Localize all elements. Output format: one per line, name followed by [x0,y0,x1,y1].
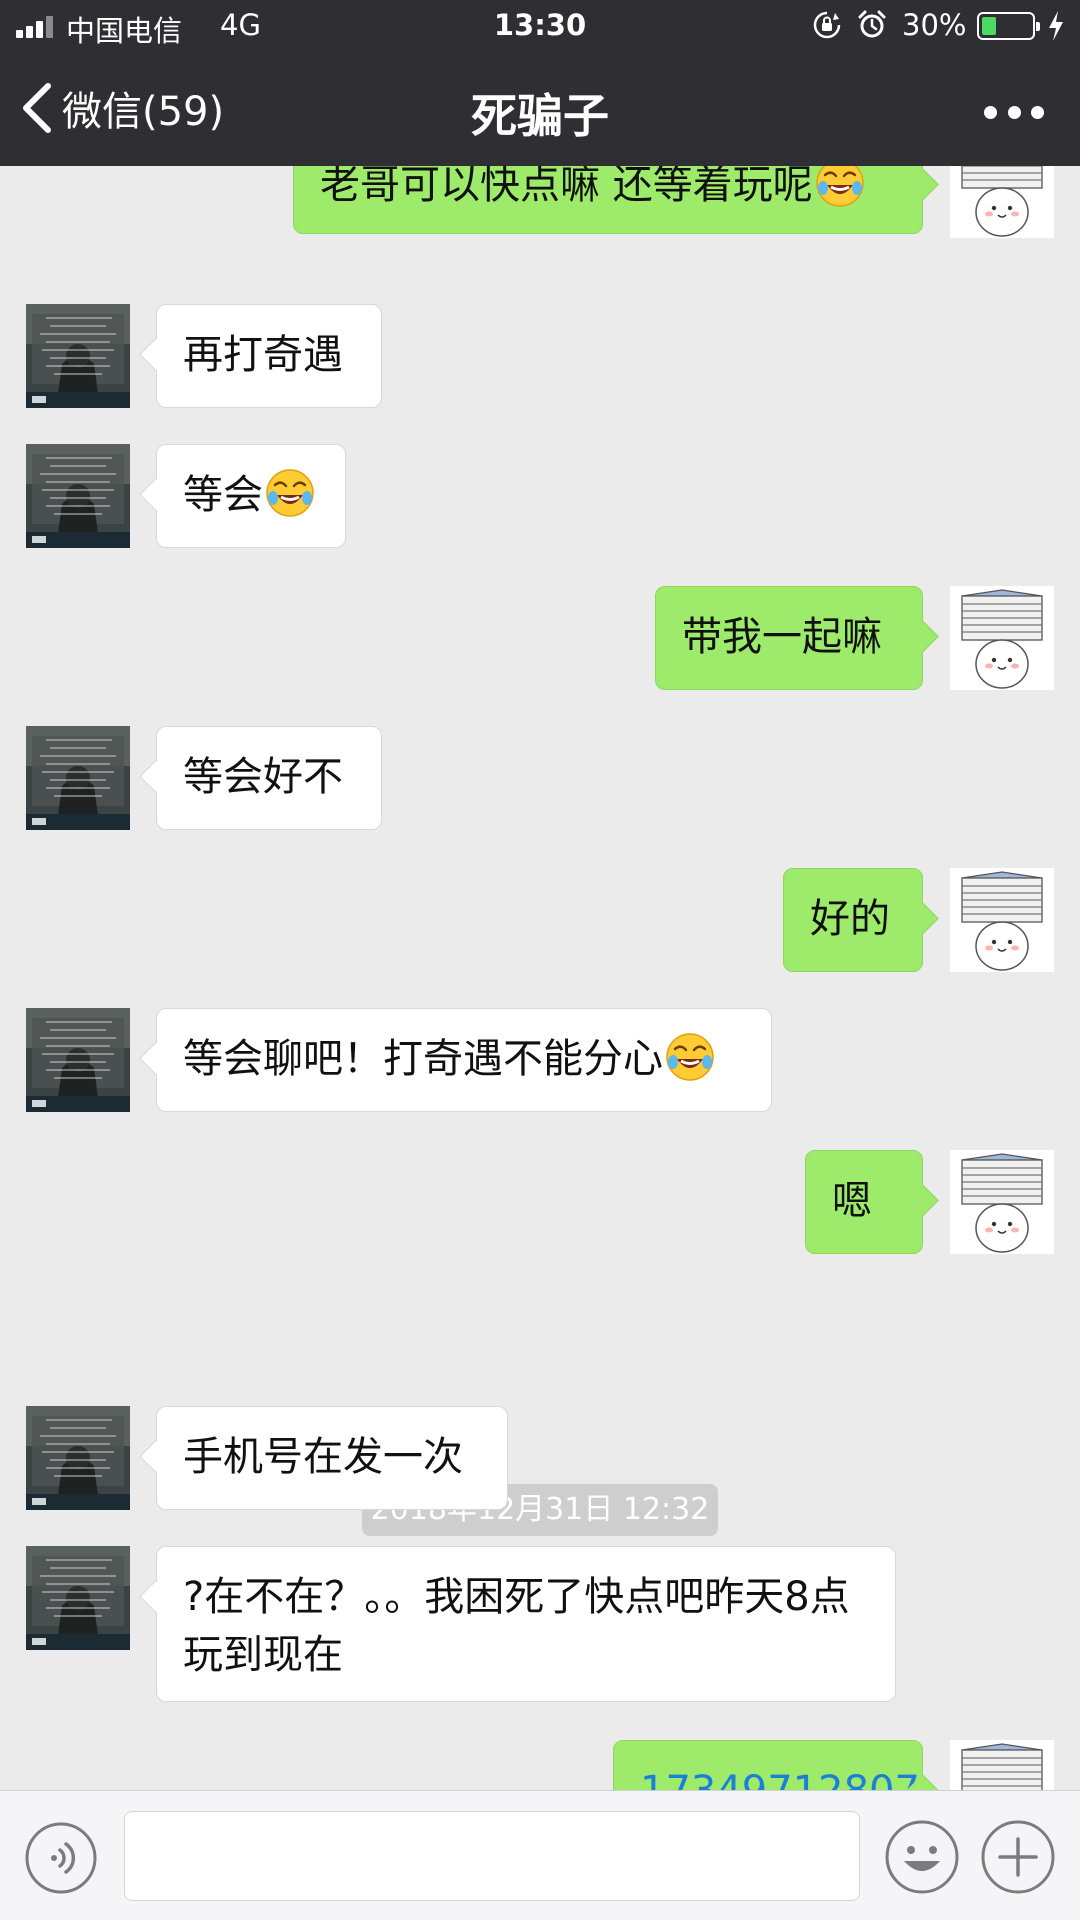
contact-avatar[interactable] [26,1546,130,1650]
message-bubble[interactable]: 老哥可以快点嘛 还等着玩呢 [293,166,923,234]
contact-avatar[interactable] [26,1406,130,1510]
my-avatar[interactable] [950,1740,1054,1790]
rofl-emoji-icon [666,1033,714,1081]
my-avatar[interactable] [950,586,1054,690]
back-button[interactable]: 微信(59) [20,78,224,138]
message-bubble[interactable]: 手机号在发一次 [156,1406,508,1510]
message-text: 好的 [810,896,890,942]
message-text: 嗯 [832,1178,872,1224]
message-text: 等会 [183,472,263,518]
message-input[interactable] [124,1811,860,1901]
message-bubble[interactable]: 带我一起嘛 [655,586,923,690]
my-avatar[interactable] [950,166,1054,238]
message-text: ?在不在？。。我困死了快点吧昨天8点玩到现在 [183,1574,850,1678]
contact-avatar[interactable] [26,1008,130,1112]
more-dots-icon [984,105,997,119]
plus-icon[interactable] [980,1819,1056,1895]
contact-avatar[interactable] [26,726,130,830]
message-text: 再打奇遇 [183,332,343,378]
input-bar [0,1790,1080,1920]
rofl-emoji-icon [815,166,864,207]
chat-header: 中国电信 4G 13:30 30% 微信(59) 死骗子 [0,0,1080,166]
more-options-button[interactable] [984,92,1044,132]
battery-icon [977,12,1040,40]
message-bubble[interactable]: 等会好不 [156,726,382,830]
contact-avatar[interactable] [26,444,130,548]
rofl-emoji-icon [266,469,314,517]
message-text: 等会好不 [183,754,343,800]
message-bubble[interactable]: 嗯 [805,1150,923,1254]
message-text: 老哥可以快点嘛 还等着玩呢 [320,166,813,208]
phone-number-link[interactable]: 17349712807 [640,1768,920,1790]
message-text: 等会聊吧！打奇遇不能分心 [183,1036,663,1082]
message-bubble[interactable]: 再打奇遇 [156,304,382,408]
message-bubble[interactable]: 等会聊吧！打奇遇不能分心 [156,1008,772,1112]
voice-icon[interactable] [24,1821,98,1895]
message-text: 手机号在发一次 [183,1434,463,1480]
contact-avatar[interactable] [26,304,130,408]
emoji-icon[interactable] [884,1819,960,1895]
message-text: 带我一起嘛 [682,614,882,660]
message-bubble[interactable]: 等会 [156,444,346,548]
rotation-lock-icon [813,11,841,39]
status-bar: 中国电信 4G 13:30 30% [0,0,1080,54]
chevron-left-icon [23,83,51,133]
my-avatar[interactable] [950,868,1054,972]
message-list[interactable]: 2018年12月31日 12:32 老哥可以快点嘛 还等着玩呢 再打奇遇 等会 带我一… [0,166,1080,1790]
battery-level-fill [982,17,996,35]
alarm-clock-icon [858,10,886,38]
message-bubble[interactable]: ?在不在？。。我困死了快点吧昨天8点玩到现在 [156,1546,896,1702]
charging-bolt-icon [1049,11,1063,41]
back-label: 微信(59) [62,89,225,135]
message-bubble[interactable]: 好的 [783,868,923,972]
battery-percentage: 30% [902,8,967,42]
message-bubble[interactable]: 17349712807 [613,1740,923,1790]
nav-bar: 微信(59) 死骗子 [0,58,1080,166]
my-avatar[interactable] [950,1150,1054,1254]
